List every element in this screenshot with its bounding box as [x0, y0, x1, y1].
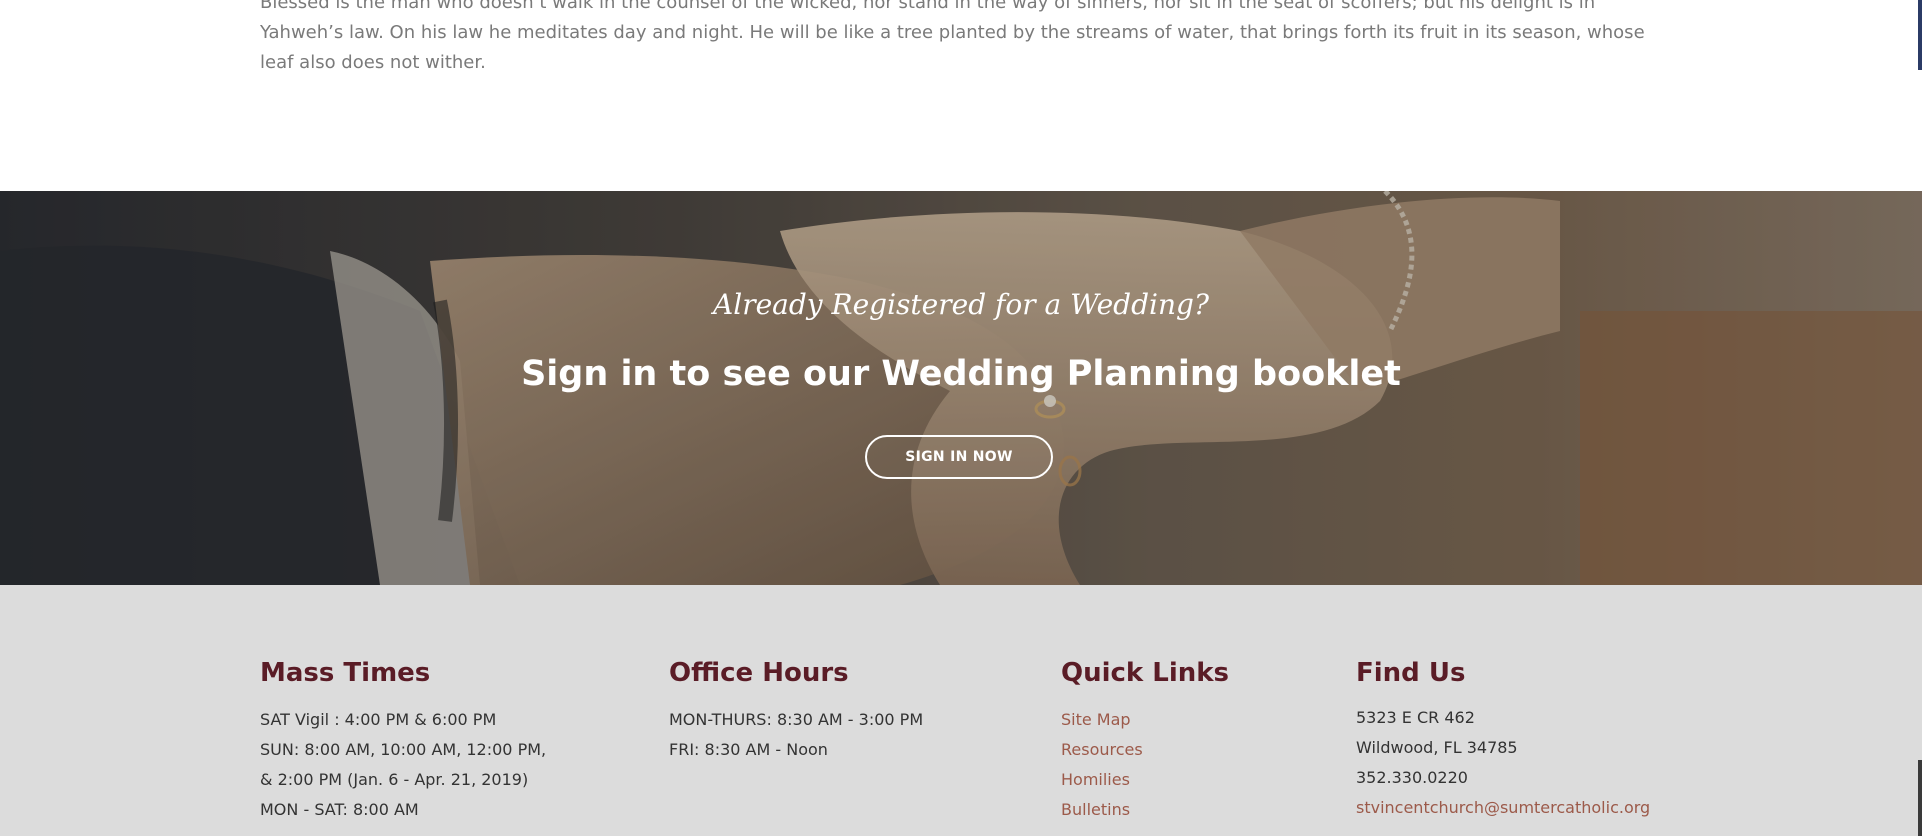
address-line-2: Wildwood, FL 34785	[1356, 738, 1518, 757]
wedding-banner: Already Registered for a Wedding? Sign i…	[0, 191, 1922, 585]
quick-links-column: Quick Links Site Map Resources Homilies …	[1061, 657, 1229, 825]
quick-link-resources[interactable]: Resources	[1061, 735, 1229, 765]
quick-links-list: Site Map Resources Homilies Bulletins	[1061, 705, 1229, 825]
quick-link-bulletins[interactable]: Bulletins	[1061, 795, 1229, 825]
mass-times-heading: Mass Times	[260, 658, 431, 688]
site-footer: Mass Times SAT Vigil : 4:00 PM & 6:00 PM…	[0, 585, 1922, 836]
scrollbar-track-edge	[1918, 760, 1922, 836]
sign-in-now-button[interactable]: SIGN IN NOW	[865, 435, 1053, 479]
find-us-heading: Find Us	[1356, 658, 1466, 688]
office-hours-column: Office Hours MON-THURS: 8:30 AM - 3:00 P…	[669, 657, 923, 765]
banner-subtitle: Already Registered for a Wedding?	[713, 288, 1209, 321]
scrollbar-thumb[interactable]	[1918, 0, 1922, 70]
office-hours-line: FRI: 8:30 AM - Noon	[669, 740, 828, 759]
phone-number: 352.330.0220	[1356, 768, 1468, 787]
quick-link-site-map[interactable]: Site Map	[1061, 705, 1229, 735]
mass-time-line: SAT Vigil : 4:00 PM & 6:00 PM	[260, 710, 497, 729]
find-us-column: Find Us 5323 E CR 462 Wildwood, FL 34785…	[1356, 657, 1650, 823]
banner-title: Sign in to see our Wedding Planning book…	[521, 354, 1401, 394]
office-hours-heading: Office Hours	[669, 658, 849, 688]
mass-times-column: Mass Times SAT Vigil : 4:00 PM & 6:00 PM…	[260, 657, 546, 825]
office-hours-line: MON-THURS: 8:30 AM - 3:00 PM	[669, 710, 924, 729]
scripture-paragraph: Blessed is the man who doesn’t walk in t…	[260, 0, 1645, 73]
mass-time-line: MON - SAT: 8:00 AM	[260, 800, 419, 819]
quick-links-heading: Quick Links	[1061, 658, 1230, 688]
mass-time-line: & 2:00 PM (Jan. 6 - Apr. 21, 2019)	[260, 770, 529, 789]
quick-link-homilies[interactable]: Homilies	[1061, 765, 1229, 795]
find-us-list: 5323 E CR 462 Wildwood, FL 34785 352.330…	[1356, 703, 1650, 823]
address-line-1: 5323 E CR 462	[1356, 708, 1475, 727]
email-link[interactable]: stvincentchurch@sumtercatholic.org	[1356, 793, 1650, 823]
mass-times-list: SAT Vigil : 4:00 PM & 6:00 PM SUN: 8:00 …	[260, 705, 546, 825]
mass-time-line: SUN: 8:00 AM, 10:00 AM, 12:00 PM,	[260, 740, 547, 759]
office-hours-list: MON-THURS: 8:30 AM - 3:00 PM FRI: 8:30 A…	[669, 705, 923, 765]
